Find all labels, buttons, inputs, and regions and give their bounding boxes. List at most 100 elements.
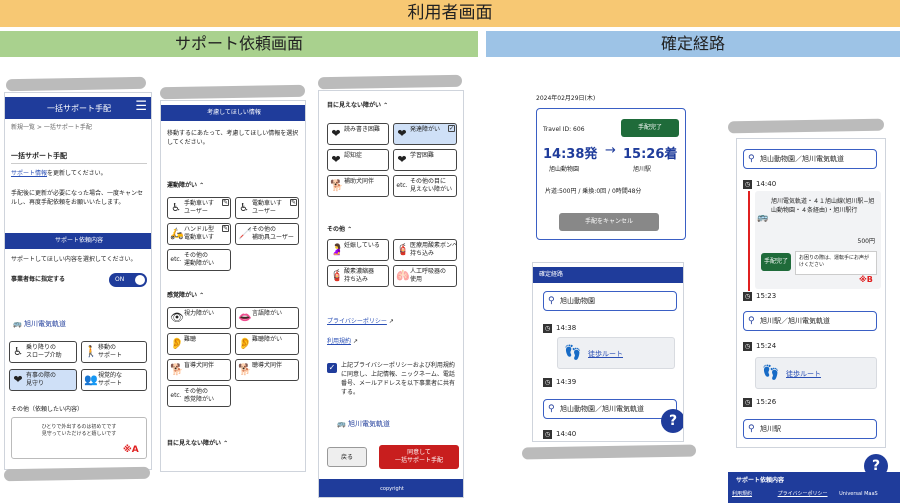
mark-a: ※A [123, 445, 139, 455]
footer-privacy-link[interactable]: プライバシーポリシー [778, 491, 828, 497]
fare-info: 片道:500円 / 乗換:0回 / 0時間48分 [545, 188, 642, 195]
transit-price: 500円 [857, 238, 875, 245]
chip-visual-support[interactable]: 👥 視覚的な サポート [81, 369, 147, 391]
support-info-link[interactable]: サポート情報 [11, 170, 47, 177]
status-done-button[interactable]: 手配完了 [621, 119, 679, 137]
chip-reading[interactable]: ❤ 読み書き困難 [327, 123, 389, 145]
heart-icon: ❤ [13, 373, 23, 386]
chip-guide-dog[interactable]: 🐕 盲導犬同伴 [167, 359, 231, 381]
stop-asahikawa-tram[interactable]: ⚲ 旭川駅／旭川電気軌道 [743, 311, 877, 331]
footer-links: 利用規約 プライバシーポリシー Universal MaaS [732, 490, 878, 498]
group-sensory: 感覚障がい ⌃ [167, 292, 205, 299]
footer-brand: Universal MaaS [839, 491, 878, 497]
stop-asahikawa-station[interactable]: ⚲ 旭川駅 [743, 419, 877, 439]
oxygen-icon: 🧯 [396, 243, 410, 256]
chip-other-motor[interactable]: etc. その他の 運動障がい [167, 249, 231, 271]
consider-desc: 移動するにあたって、考慮してほしい情報を選択してください。 [167, 130, 299, 146]
consent-checkbox[interactable]: ✓ [327, 363, 337, 373]
booking-date: 2024年02月29日(木) [536, 95, 596, 102]
cancel-booking-button[interactable]: 手配をキャンセル [559, 213, 659, 231]
clock-icon: ◷ [743, 291, 752, 301]
support-footer: サポート依頼内容 利用規約 プライバシーポリシー Universal MaaS [728, 472, 900, 503]
terms-row: 利用規約 ↗ [327, 337, 358, 346]
time-1524: ◷ 15:24 [743, 341, 777, 351]
arrive-time: 15:26着 [623, 147, 678, 162]
time-1440: ◷ 14:40 [743, 179, 777, 189]
chip-manual-wheelchair[interactable]: ♿ 手動車いす ユーザー ✎ [167, 197, 231, 219]
chip-hearing-loss[interactable]: 👂 難聴 [167, 333, 231, 355]
footprint-icon: 👣 [564, 345, 582, 361]
footer-terms-link[interactable]: 利用規約 [732, 491, 752, 497]
chip-vision[interactable]: 👁 視力障がい [167, 307, 231, 329]
chip-speech[interactable]: 👄 言語障がい [235, 307, 299, 329]
chip-dementia[interactable]: ❤ 認知症 [327, 149, 389, 171]
phone-booking: 2024年02月29日(木) Travel ID: 606 手配完了 14:38… [522, 86, 696, 246]
etc-icon: etc. [396, 182, 408, 189]
bus-icon: 🚌 [757, 213, 769, 223]
walk-route-2[interactable]: 👣 徒歩ルート [755, 357, 877, 389]
operator-name: 旭川電気軌道 [23, 320, 66, 328]
wheelchair-icon: ♿ [239, 201, 249, 214]
chip-learning[interactable]: ❤ 学習困難 [393, 149, 457, 171]
transit-card: 🚌 旭川電気軌道・４１旭山線(旭川駅−旭山動物園・４条経由)・旭川駅行 500円… [755, 191, 881, 289]
privacy-row: プライバシーポリシー ↗ [327, 317, 394, 326]
driver-note: お困りの際は、運転手にお声がけください [795, 251, 877, 275]
chip-ventilator[interactable]: 🫁 人工呼吸器の 使用 [393, 265, 457, 287]
pin-icon: ⚲ [748, 154, 755, 164]
stop-asahiyama-zoo-tram[interactable]: ⚲ 旭山動物園／旭川電気軌道 [543, 399, 677, 419]
time-1523: ◷ 15:23 [743, 291, 777, 301]
chip-assist-dog[interactable]: 🐕 補助犬同伴 [327, 175, 389, 197]
chip-other-invisible[interactable]: etc. その他の目に 見えない障がい [393, 175, 457, 197]
chip-hearing[interactable]: 👂 難聴障がい [235, 333, 299, 355]
heart-icon: ❤ [397, 127, 407, 140]
chip-handle-wheelchair[interactable]: 🛵 ハンドル型 電動車いす ✎ [167, 223, 231, 245]
back-button[interactable]: 戻る [327, 447, 367, 467]
chip-other-sensory[interactable]: etc. その他の 感覚障がい [167, 385, 231, 407]
consider-section-bar: 考慮してほしい情報 [161, 105, 305, 121]
chip-oxygen-cylinder[interactable]: 🧯 医療用酸素ボンベ 持ち込み [393, 239, 457, 261]
mark-b: ※B [859, 275, 873, 284]
section-title-support: サポート依頼画面 [0, 31, 478, 57]
people-icon: 👥 [84, 373, 98, 386]
operator-toggle[interactable]: ON [109, 273, 147, 287]
chip-other-aid[interactable]: 🦯 その他の 補助具ユーザー [235, 223, 299, 245]
clock-icon: ◷ [743, 179, 752, 189]
terms-link[interactable]: 利用規約 [327, 338, 351, 345]
wheelchair-icon: ♿ [171, 201, 181, 214]
scooter-icon: 🛵 [170, 227, 184, 240]
walk-route-1[interactable]: 👣 徒歩ルート [557, 337, 675, 369]
chip-slope-assist[interactable]: ♿ 乗り降りの スロープ介助 [9, 341, 77, 363]
chip-hearing-dog[interactable]: 🐕 聴導犬同伴 [235, 359, 299, 381]
agree-button[interactable]: 同意して 一括サポート手配 [379, 445, 459, 469]
support-section-bar: サポート依頼内容 [5, 233, 151, 249]
privacy-policy-link[interactable]: プライバシーポリシー [327, 318, 387, 325]
menu-icon[interactable]: ☰ [135, 99, 147, 114]
consent-text: 上記プライバシーポリシーおよび利用規約に同意し、上記情報、ニックネーム、電話番号… [341, 362, 456, 396]
help-button[interactable]: ? [661, 409, 683, 433]
app-header: 一括サポート手配 ☰ [5, 97, 151, 119]
walking-icon: 🚶 [84, 345, 98, 358]
chip-watch-over[interactable]: ❤ 有事の際の 見守り [9, 369, 77, 391]
arrive-place: 旭川駅 [633, 166, 652, 173]
group-other: その他 ⌃ [327, 226, 353, 233]
chip-electric-wheelchair[interactable]: ♿ 電動車いす ユーザー ✎ [235, 197, 299, 219]
footer: copyright [319, 479, 463, 497]
chip-move-support[interactable]: 🚶 移動の サポート [81, 341, 147, 363]
section-title-route: 確定経路 [486, 31, 900, 57]
footprint-icon: 👣 [762, 365, 780, 381]
dog-icon: 🐕 [330, 179, 344, 192]
stop-zoo-tram[interactable]: ⚲ 旭山動物園／旭川電気軌道 [743, 149, 877, 169]
clock-icon: ◷ [743, 397, 752, 407]
edit-icon: ✎ [290, 199, 297, 206]
done-button[interactable]: 手配完了 [761, 253, 791, 271]
time-1438: ◷ 14:38 [543, 323, 577, 333]
chip-developmental[interactable]: ❤ 発達障がい ✓ [393, 123, 457, 145]
stop-asahiyama-zoo[interactable]: ⚲ 旭山動物園 [543, 291, 677, 311]
ventilator-icon: 🫁 [396, 269, 410, 282]
ear-icon: 👂 [238, 337, 252, 350]
bus-icon: 🚌 [13, 320, 22, 328]
route-section-bar: 確定経路 [533, 267, 683, 283]
chip-oxygen-concentrator[interactable]: 🧯 酸素濃縮器 持ち込み [327, 265, 389, 287]
phone-route-detail: ⚲ 旭山動物園／旭川電気軌道 ◷ 14:40 🚌 旭川電気軌道・４１旭山線(旭川駅−… [736, 138, 886, 448]
chip-pregnant[interactable]: 🤰 妊娠している [327, 239, 389, 261]
